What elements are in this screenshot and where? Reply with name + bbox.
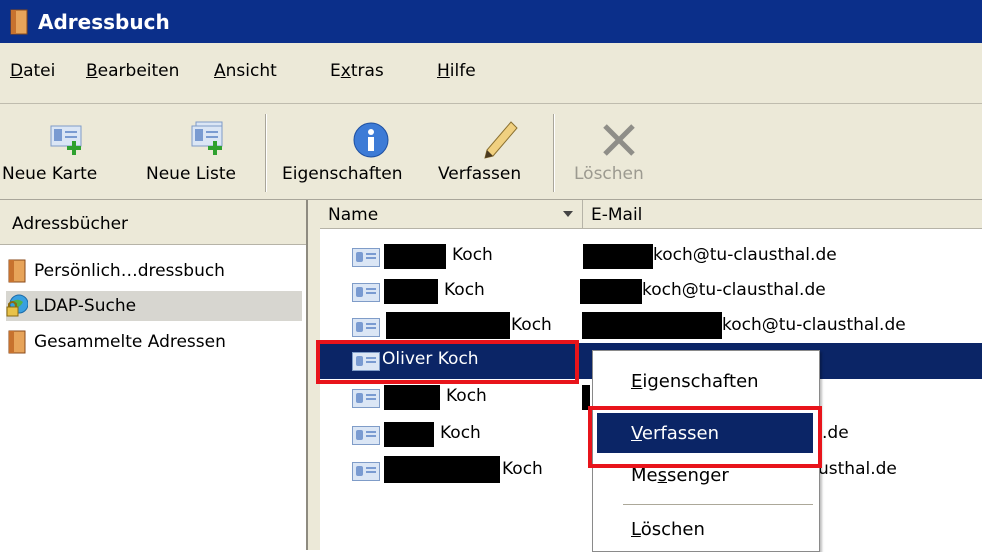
info-icon xyxy=(349,118,393,162)
contact-name: Koch xyxy=(452,245,493,265)
contact-name: Koch xyxy=(444,280,485,300)
contact-email: koch@tu-clausthal.de xyxy=(642,280,826,300)
contact-card-icon xyxy=(352,283,380,302)
ldap-globe-icon xyxy=(6,294,29,318)
address-book-icon xyxy=(10,9,28,35)
menu-datei[interactable]: Datei xyxy=(10,61,55,81)
contact-card-icon xyxy=(352,389,380,408)
address-books-header: Adressbücher xyxy=(0,200,306,245)
toolbar: Neue Karte Neue Liste Eigenschaften Verf… xyxy=(0,104,982,200)
toolbar-separator xyxy=(265,114,267,192)
table-row[interactable]: Koch koch@tu-clausthal.de xyxy=(320,279,982,315)
annotation-highlight-verfassen xyxy=(588,406,822,468)
new-card-label: Neue Karte xyxy=(2,164,98,184)
redaction xyxy=(384,422,434,447)
new-card-button[interactable]: Neue Karte xyxy=(0,104,130,199)
address-book-icon xyxy=(6,330,28,354)
redaction xyxy=(583,244,653,269)
column-header-email[interactable]: E-Mail xyxy=(583,200,982,229)
redaction xyxy=(384,279,438,304)
contact-card-icon xyxy=(352,248,380,267)
menu-bar: Datei Bearbeiten Ansicht Extras Hilfe xyxy=(0,43,982,104)
column-header-name[interactable]: Name xyxy=(320,200,583,229)
menu-item-messenger[interactable]: Messenger xyxy=(631,465,729,486)
contact-email: .de xyxy=(822,423,849,443)
contact-card-icon xyxy=(352,462,380,481)
pencil-icon xyxy=(479,118,523,162)
contact-email: koch@tu-clausthal.de xyxy=(722,315,906,335)
contact-name: Koch xyxy=(446,386,487,406)
menu-item-eigenschaften[interactable]: Eigenschaften xyxy=(631,371,759,392)
properties-button[interactable]: Eigenschaften xyxy=(276,104,426,199)
menu-separator xyxy=(623,504,813,505)
new-list-icon xyxy=(184,118,228,162)
contact-email: koch@tu-clausthal.de xyxy=(653,245,837,265)
address-book-icon xyxy=(6,259,28,283)
new-card-icon xyxy=(43,118,87,162)
redaction xyxy=(384,244,446,269)
sidebar-item-personal[interactable]: Persönlich…dressbuch xyxy=(6,256,225,286)
new-list-label: Neue Liste xyxy=(146,164,236,184)
delete-x-icon xyxy=(597,118,641,162)
sort-chevron-icon xyxy=(563,211,573,217)
annotation-highlight-contact xyxy=(316,340,579,384)
redaction xyxy=(384,456,500,483)
sidebar-item-collected[interactable]: Gesammelte Adressen xyxy=(6,327,226,357)
window-title: Adressbuch xyxy=(38,9,170,34)
redaction xyxy=(384,385,440,410)
menu-hilfe[interactable]: Hilfe xyxy=(437,61,476,81)
menu-ansicht[interactable]: Ansicht xyxy=(214,61,277,81)
contact-name: Koch xyxy=(502,459,543,479)
redaction xyxy=(386,312,510,339)
menu-extras[interactable]: Extras xyxy=(330,61,384,81)
address-books-pane: Adressbücher Persönlich…dressbuch LDAP-S… xyxy=(0,200,308,550)
contact-name: Koch xyxy=(440,423,481,443)
compose-button[interactable]: Verfassen xyxy=(434,104,544,199)
contact-name: Koch xyxy=(511,315,552,335)
compose-label: Verfassen xyxy=(438,164,522,184)
contact-email: usthal.de xyxy=(818,459,897,479)
toolbar-separator xyxy=(553,114,555,192)
menu-bearbeiten[interactable]: Bearbeiten xyxy=(86,61,179,81)
contact-card-icon xyxy=(352,426,380,445)
title-bar: Adressbuch xyxy=(0,0,982,43)
menu-item-loeschen[interactable]: Löschen xyxy=(631,519,705,540)
delete-label: Löschen xyxy=(574,164,644,184)
properties-label: Eigenschaften xyxy=(282,164,403,184)
delete-button[interactable]: Löschen xyxy=(564,104,664,199)
redaction xyxy=(582,312,722,339)
redaction xyxy=(580,279,642,304)
contact-card-icon xyxy=(352,318,380,337)
sidebar-item-ldap[interactable]: LDAP-Suche xyxy=(6,291,302,321)
table-row[interactable]: Koch koch@tu-clausthal.de xyxy=(320,244,982,280)
new-list-button[interactable]: Neue Liste xyxy=(136,104,256,199)
